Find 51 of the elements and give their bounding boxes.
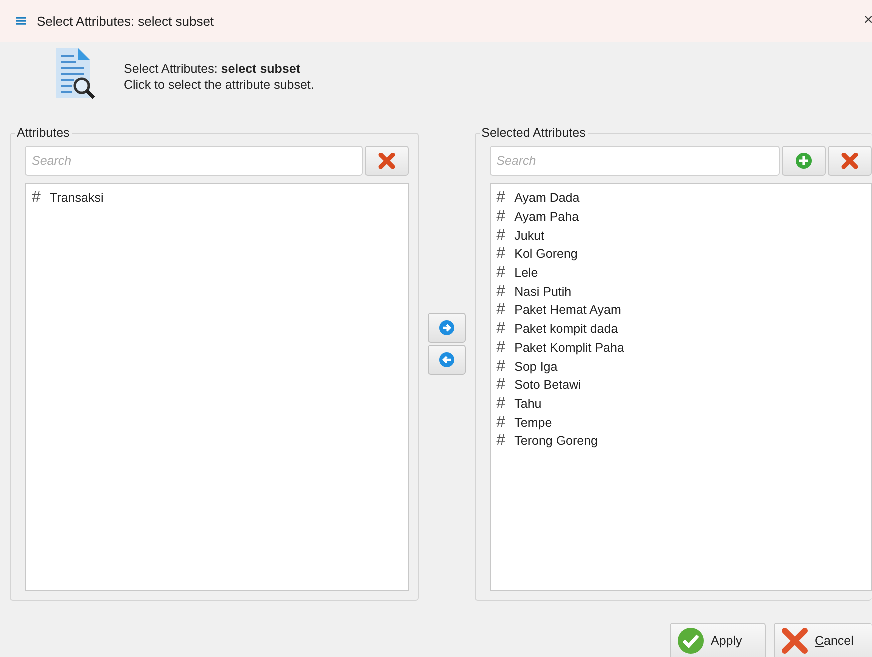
attribute-item[interactable]: Kol Goreng — [514, 247, 578, 262]
add-button[interactable] — [782, 146, 826, 176]
attribute-item[interactable]: Lele — [514, 266, 538, 280]
numeric-icon: # — [496, 358, 507, 376]
attribute-item[interactable]: Paket Hemat Ayam — [514, 303, 622, 318]
window-title: Select Attributes: select subset — [37, 14, 216, 28]
numeric-icon: # — [496, 376, 507, 394]
numeric-icon: # — [496, 338, 507, 357]
add-selected-button[interactable] — [428, 313, 466, 343]
attribute-item[interactable]: Transaksi — [50, 191, 104, 206]
attribute-item[interactable]: Paket Komplit Paha — [514, 340, 624, 355]
add-icon — [795, 152, 813, 170]
clear-button[interactable] — [828, 146, 872, 176]
attribute-item[interactable]: Tahu — [514, 396, 542, 411]
numeric-icon: # — [496, 264, 507, 282]
attribute-item[interactable]: Ayam Dada — [514, 191, 580, 206]
attribute-item[interactable]: Soto Betawi — [514, 378, 582, 392]
close-icon — [378, 153, 396, 169]
clear-button[interactable] — [365, 146, 409, 176]
close-button[interactable]: × — [864, 12, 872, 30]
numeric-icon: # — [496, 282, 507, 301]
header-title: Select Attributes: select subset — [124, 62, 302, 76]
search-field[interactable]: Search — [25, 146, 363, 176]
attribute-item[interactable]: Ayam Paha — [514, 210, 580, 224]
numeric-icon: # — [496, 432, 507, 450]
attribute-item[interactable]: Sop Iga — [514, 360, 558, 374]
numeric-icon: # — [496, 320, 507, 338]
numeric-icon: # — [32, 189, 42, 208]
panel-title: Attributes — [16, 126, 71, 140]
attribute-item[interactable]: Tempe — [514, 416, 552, 430]
remove-selected-button[interactable] — [428, 345, 466, 375]
attribute-item[interactable]: Jukut — [514, 228, 545, 243]
attribute-item[interactable]: Nasi Putih — [514, 284, 572, 299]
close-icon — [841, 153, 859, 169]
attribute-item[interactable]: Terong Goreng — [514, 434, 598, 448]
cancel-icon — [781, 628, 809, 654]
search-field[interactable]: Search — [490, 146, 780, 176]
apply-button[interactable]: Apply — [670, 623, 766, 657]
check-icon — [677, 626, 705, 654]
numeric-icon: # — [496, 301, 507, 320]
header-subtitle: Click to select the attribute subset. — [124, 78, 314, 92]
app-icon — [14, 15, 28, 27]
numeric-icon: # — [496, 245, 507, 264]
numeric-icon: # — [496, 208, 507, 226]
numeric-icon: # — [496, 189, 507, 208]
attribute-item[interactable]: Paket kompit dada — [514, 322, 618, 336]
cancel-button[interactable]: Cancel — [774, 623, 872, 657]
numeric-icon: # — [496, 394, 507, 413]
numeric-icon: # — [496, 226, 507, 245]
numeric-icon: # — [496, 414, 507, 432]
panel-title: Selected Attributes — [480, 126, 587, 140]
